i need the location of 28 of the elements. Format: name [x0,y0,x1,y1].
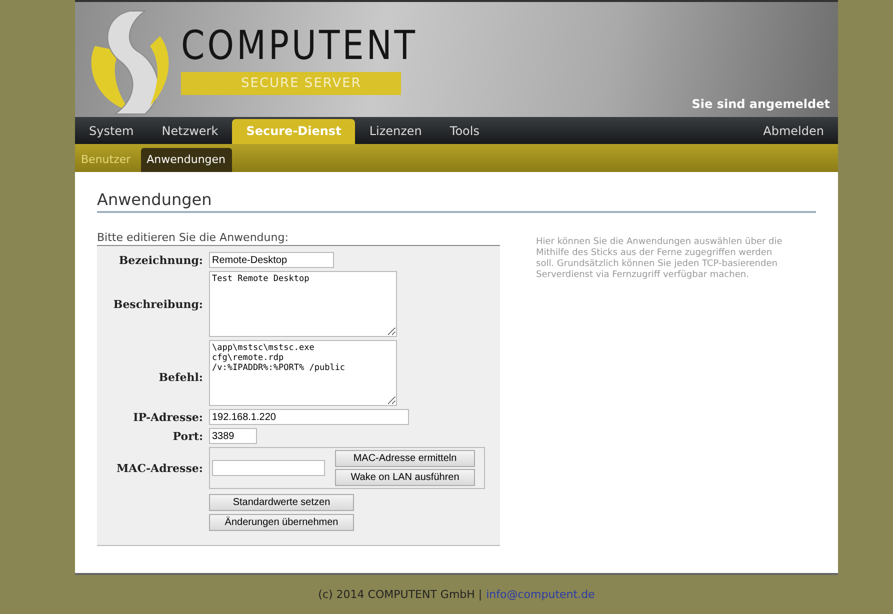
field-label: Bezeichnung: [118,254,203,266]
copyright-text: (c) 2014 COMPUTENT GmbH | [318,588,482,601]
mac-action-button[interactable]: Wake on LAN ausführen [335,469,475,486]
ip-field[interactable]: 192.168.1.220 [209,409,409,425]
field-label: Beschreibung: [112,298,203,310]
command-field[interactable]: \app\mstsc\mstsc.exe cfg\remote.rdp /v:%IPADDR%:%PORT% /public [209,340,397,406]
name-field[interactable]: Remote-Desktop [209,252,334,268]
field-label: MAC-Adresse: [116,462,203,474]
mac-action-button[interactable]: MAC-Adresse ermitteln [335,450,475,467]
brand-subtitle: SECURE SERVER [181,72,401,95]
field-label: Befehl: [158,371,203,384]
nav-tab[interactable]: System [75,119,148,144]
mac-field[interactable] [212,460,325,476]
help-text: Hier können Sie die Anwendungen auswählen über die Mithilfe des Sticks aus der Ferne zugegriffen werden soll. Grundsätzlich können Sie jeden TCP-basierenden Serverdienst via Fernzugriff verfügbar machen. [536,237,784,282]
nav-tab[interactable]: Lizenzen [355,119,436,144]
subnav-tab[interactable]: Anwendungen [140,148,232,172]
nav-tab[interactable]: Netzwerk [148,119,232,144]
logout-link[interactable]: Abmelden [749,119,838,144]
brand-name: COMPUTENT [181,24,418,68]
nav-tab[interactable]: Tools [436,119,494,144]
form-button[interactable]: Standardwerte setzen [209,494,354,511]
port-field[interactable]: 3389 [209,428,257,444]
field-label: Port: [172,430,203,442]
form-button[interactable]: Änderungen übernehmen [209,514,354,531]
login-status: Sie sind angemeldet [692,97,830,111]
page-title: Anwendungen [97,190,816,213]
field-label: IP-Adresse: [132,410,203,424]
description-field[interactable]: Test Remote Desktop [209,271,397,337]
